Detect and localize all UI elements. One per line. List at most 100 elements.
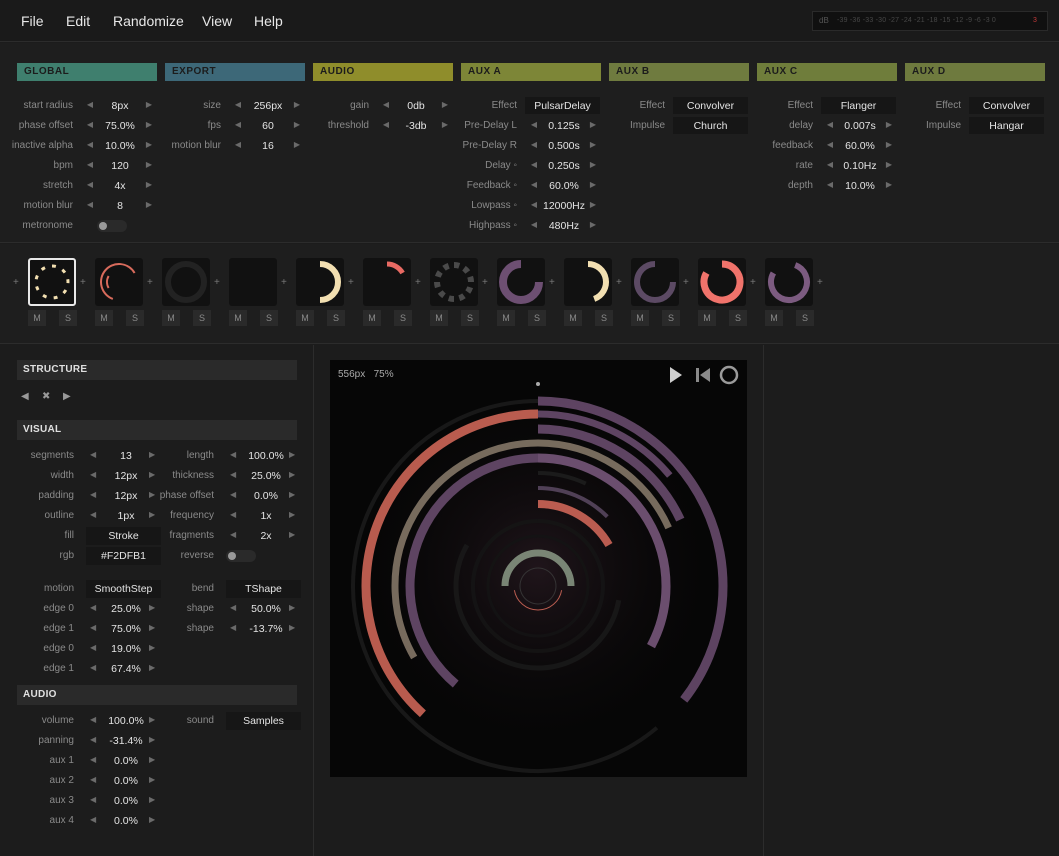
length-value[interactable]: 100.0% (242, 450, 290, 462)
decrement-icon[interactable]: ◀ (825, 140, 835, 149)
increment-icon[interactable]: ▶ (588, 200, 598, 209)
menu-edit[interactable]: Edit (66, 13, 90, 29)
track-thumbnail[interactable] (698, 258, 746, 306)
track-thumbnail[interactable] (95, 258, 143, 306)
mute-button[interactable]: M (698, 310, 716, 326)
decrement-icon[interactable]: ◀ (90, 735, 96, 744)
increment-icon[interactable]: ▶ (884, 180, 894, 189)
mute-button[interactable]: M (296, 310, 314, 326)
decrement-icon[interactable]: ◀ (529, 160, 539, 169)
increment-icon[interactable]: ▶ (144, 180, 154, 189)
track-1[interactable]: MS (28, 258, 78, 330)
fragments-value[interactable]: 2x (242, 530, 290, 542)
aux-b-effect-select[interactable]: Convolver (673, 97, 748, 114)
increment-icon[interactable]: ▶ (144, 100, 154, 109)
metronome-toggle[interactable] (97, 220, 127, 232)
increment-icon[interactable]: ▶ (149, 815, 155, 824)
solo-button[interactable]: S (59, 310, 77, 326)
reverse-toggle[interactable] (226, 550, 256, 562)
add-track-button[interactable]: + (750, 277, 756, 288)
increment-icon[interactable]: ▶ (149, 795, 155, 804)
decrement-icon[interactable]: ◀ (230, 470, 236, 479)
decrement-icon[interactable]: ◀ (90, 663, 96, 672)
aux-3-value[interactable]: 0.0% (102, 795, 150, 807)
decrement-icon[interactable]: ◀ (85, 160, 95, 169)
increment-icon[interactable]: ▶ (289, 623, 295, 632)
track-10[interactable]: MS (631, 258, 681, 330)
add-track-button[interactable]: + (817, 277, 823, 288)
aux-a-pre-delay-l-value[interactable]: 0.125s (541, 120, 587, 132)
play-icon[interactable] (670, 367, 682, 383)
mute-button[interactable]: M (162, 310, 180, 326)
increment-icon[interactable]: ▶ (144, 120, 154, 129)
track-11[interactable]: MS (698, 258, 748, 330)
aux-1-value[interactable]: 0.0% (102, 755, 150, 767)
aux-d-impulse-select[interactable]: Hangar (969, 117, 1044, 134)
add-track-button[interactable]: + (281, 277, 287, 288)
global-inactive-alpha-value[interactable]: 10.0% (97, 140, 143, 152)
frequency-value[interactable]: 1x (242, 510, 290, 522)
rewind-icon[interactable] (700, 368, 710, 382)
mute-button[interactable]: M (229, 310, 247, 326)
mute-button[interactable]: M (631, 310, 649, 326)
menu-view[interactable]: View (202, 13, 232, 29)
record-icon[interactable] (719, 365, 739, 385)
add-track-button[interactable]: + (13, 277, 19, 288)
increment-icon[interactable]: ▶ (289, 490, 295, 499)
decrement-icon[interactable]: ◀ (90, 470, 96, 479)
aux-a-highpass-value[interactable]: 480Hz (541, 220, 587, 232)
global-start-radius-value[interactable]: 8px (97, 100, 143, 112)
decrement-icon[interactable]: ◀ (381, 120, 391, 129)
decrement-icon[interactable]: ◀ (85, 140, 95, 149)
increment-icon[interactable]: ▶ (289, 510, 295, 519)
segments-value[interactable]: 13 (102, 450, 150, 462)
aux-4-value[interactable]: 0.0% (102, 815, 150, 827)
increment-icon[interactable]: ▶ (149, 663, 155, 672)
decrement-icon[interactable]: ◀ (90, 603, 96, 612)
sound-select[interactable]: Samples (226, 712, 301, 730)
decrement-icon[interactable]: ◀ (233, 120, 243, 129)
mute-button[interactable]: M (95, 310, 113, 326)
decrement-icon[interactable]: ◀ (90, 755, 96, 764)
decrement-icon[interactable]: ◀ (233, 100, 243, 109)
aux-c-delay-value[interactable]: 0.007s (837, 120, 883, 132)
track-thumbnail[interactable] (229, 258, 277, 306)
add-track-button[interactable]: + (147, 277, 153, 288)
volume-value[interactable]: 100.0% (102, 715, 150, 727)
menu-file[interactable]: File (21, 13, 44, 29)
increment-icon[interactable]: ▶ (289, 530, 295, 539)
add-track-button[interactable]: + (549, 277, 555, 288)
increment-icon[interactable]: ▶ (588, 160, 598, 169)
mute-button[interactable]: M (363, 310, 381, 326)
add-track-button[interactable]: + (348, 277, 354, 288)
aux-a-lowpass-value[interactable]: 12000Hz (541, 200, 587, 212)
solo-button[interactable]: S (595, 310, 613, 326)
decrement-icon[interactable]: ◀ (90, 795, 96, 804)
track-thumbnail[interactable] (564, 258, 612, 306)
track-9[interactable]: MS (564, 258, 614, 330)
increment-icon[interactable]: ▶ (149, 735, 155, 744)
track-thumbnail[interactable] (497, 258, 545, 306)
solo-button[interactable]: S (729, 310, 747, 326)
solo-button[interactable]: S (260, 310, 278, 326)
decrement-icon[interactable]: ◀ (529, 200, 539, 209)
track-5[interactable]: MS (296, 258, 346, 330)
solo-button[interactable]: S (394, 310, 412, 326)
decrement-icon[interactable]: ◀ (529, 180, 539, 189)
mute-button[interactable]: M (430, 310, 448, 326)
decrement-icon[interactable]: ◀ (90, 643, 96, 652)
export-fps-value[interactable]: 60 (245, 120, 291, 132)
track-thumbnail[interactable] (631, 258, 679, 306)
track-thumbnail[interactable] (296, 258, 344, 306)
decrement-icon[interactable]: ◀ (90, 490, 96, 499)
decrement-icon[interactable]: ◀ (90, 510, 96, 519)
increment-icon[interactable]: ▶ (144, 200, 154, 209)
decrement-icon[interactable]: ◀ (230, 603, 236, 612)
track-12[interactable]: MS (765, 258, 815, 330)
mute-button[interactable]: M (497, 310, 515, 326)
aux-b-impulse-select[interactable]: Church (673, 117, 748, 134)
solo-button[interactable]: S (461, 310, 479, 326)
edge-0-2-value[interactable]: 19.0% (102, 643, 150, 655)
increment-icon[interactable]: ▶ (588, 140, 598, 149)
structure-next-button[interactable]: ▶ (63, 391, 71, 402)
